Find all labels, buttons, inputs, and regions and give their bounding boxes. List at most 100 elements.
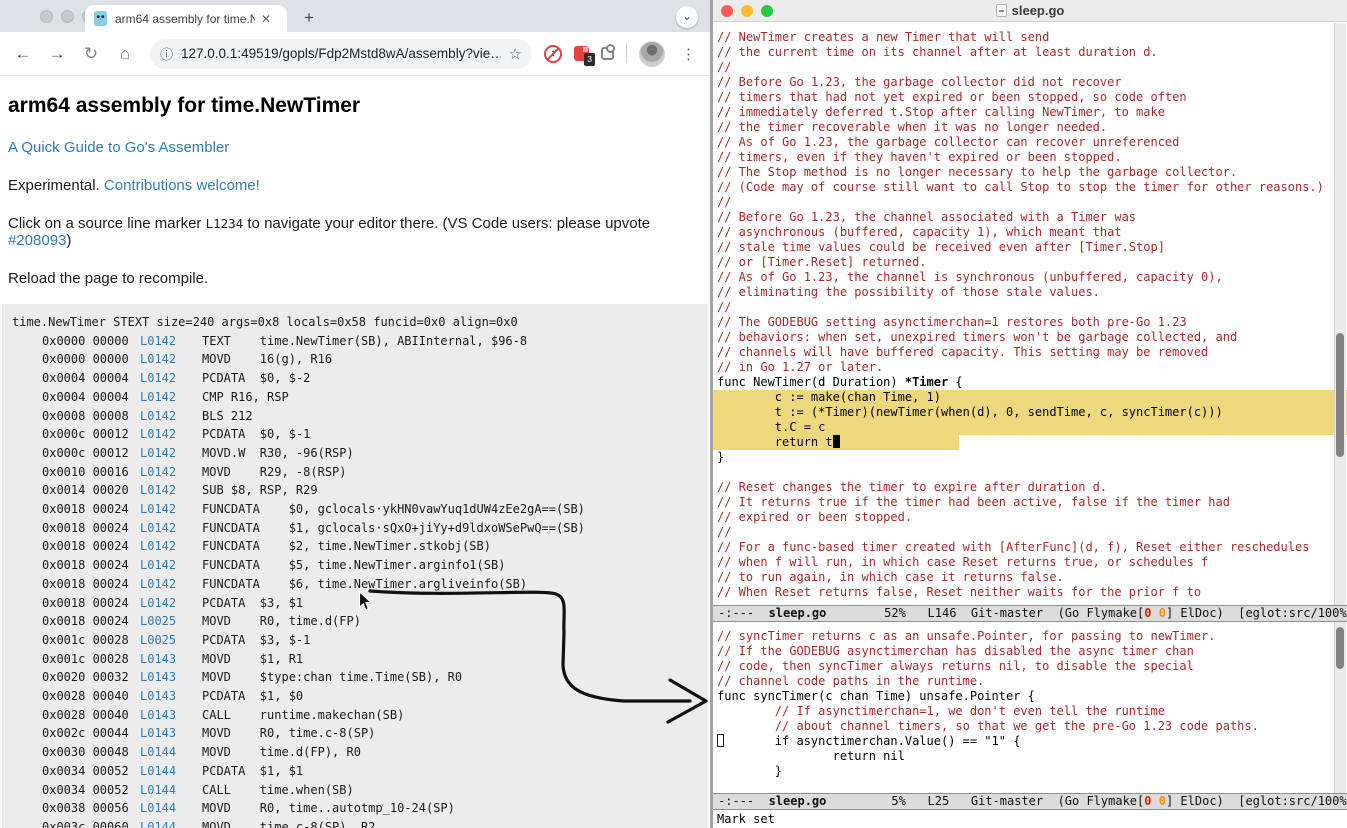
code-line: // the current time on its channel after…	[717, 45, 1347, 60]
asm-line: 0x0018 00024L0142FUNCDATA $1, gclocals·s…	[12, 519, 708, 538]
home-icon[interactable]: ⌂	[112, 44, 138, 64]
source-line-marker-link[interactable]: L0142	[140, 519, 202, 538]
tab-favicon-icon	[93, 11, 108, 26]
scrollbar-track-upper[interactable]	[1334, 23, 1346, 605]
asm-address: 0x0000 00000	[42, 350, 140, 369]
source-line-marker-link[interactable]: L0142	[140, 407, 202, 426]
source-line-marker-link[interactable]: L0144	[140, 781, 202, 800]
source-line-marker-link[interactable]: L0142	[140, 556, 202, 575]
asm-line: 0x001c 00028L0025PCDATA $3, $-1	[12, 631, 708, 650]
address-bar[interactable]: ⓘ 127.0.0.1:49519/gopls/Fdp2Mstd8wA/asse…	[150, 39, 532, 69]
emacs-window: sleep.go // NewTimer creates a new Timer…	[710, 0, 1347, 828]
source-line-marker-link[interactable]: L0143	[140, 687, 202, 706]
editor-window-lower[interactable]: // syncTimer returns c as an unsafe.Poin…	[713, 622, 1347, 793]
vscode-issue-link[interactable]: #208093	[8, 232, 66, 249]
source-line-marker-link[interactable]: L0142	[140, 388, 202, 407]
code-line: t := (*Timer)(newTimer(when(d), 0, sendT…	[713, 405, 1347, 420]
code-line: c := make(chan Time, 1)	[713, 390, 1347, 405]
code-line: // when f will run, in which case Reset …	[717, 555, 1347, 570]
asm-line: 0x0028 00040L0143PCDATA $1, $0	[12, 687, 708, 706]
code-line: return nil	[717, 749, 1347, 764]
text-cursor	[833, 435, 840, 448]
emacs-title-bar: sleep.go	[713, 0, 1347, 22]
asm-address: 0x001c 00028	[42, 650, 140, 669]
mode-line-upper: -:--- sleep.go 52% L146 Git-master (Go F…	[713, 605, 1347, 622]
tab-title: arm64 assembly for time.New	[115, 12, 255, 26]
instruction-text: Click on a source line marker	[8, 215, 206, 232]
code-line: // If the GODEBUG asynctimerchan has dis…	[717, 644, 1347, 659]
bookmark-star-icon[interactable]: ☆	[509, 45, 522, 63]
code-line: // about channel timers, so that we get …	[717, 719, 1347, 734]
code-line: // behaviors: when set, unexpired timers…	[717, 330, 1347, 345]
site-info-icon[interactable]: ⓘ	[160, 44, 173, 63]
asm-line: 0x000c 00012L0142PCDATA $0, $-1	[12, 425, 708, 444]
source-line-marker-link[interactable]: L0142	[140, 350, 202, 369]
assembler-guide-link[interactable]: A Quick Guide to Go's Assembler	[8, 139, 229, 156]
code-line: //	[717, 195, 1347, 210]
asm-address: 0x0018 00024	[42, 575, 140, 594]
source-line-marker-link[interactable]: L0144	[140, 743, 202, 762]
source-line-marker-link[interactable]: L0142	[140, 332, 202, 351]
source-line-marker-link[interactable]: L0142	[140, 500, 202, 519]
experimental-label: Experimental.	[8, 177, 100, 194]
source-line-marker-link[interactable]: L0143	[140, 706, 202, 725]
asm-line: 0x0038 00056L0144MOVD R0, time..autotmp_…	[12, 799, 708, 818]
scrollbar-thumb-lower[interactable]	[1336, 627, 1344, 669]
minimize-window-button[interactable]	[61, 10, 74, 23]
contributions-link[interactable]: Contributions welcome!	[104, 177, 260, 194]
content-blocker-extension-icon[interactable]: ↕	[544, 45, 562, 63]
browser-menu-icon[interactable]: ⋮	[677, 45, 700, 63]
source-line-marker-link[interactable]: L0142	[140, 481, 202, 500]
reload-icon[interactable]: ↻	[78, 44, 104, 64]
source-line-marker-link[interactable]: L0142	[140, 537, 202, 556]
source-line-marker-link[interactable]: L0142	[140, 444, 202, 463]
code-line: if asynctimerchan.Value() == "1" {	[717, 734, 1347, 749]
source-line-marker-link[interactable]: L0143	[140, 650, 202, 669]
code-line: t.C = c	[713, 420, 1347, 435]
extensions-puzzle-icon[interactable]	[601, 47, 614, 60]
new-tab-button[interactable]: +	[298, 8, 320, 30]
tab-close-icon[interactable]: ✕	[261, 13, 271, 25]
source-line-marker-link[interactable]: L0142	[140, 463, 202, 482]
editor-window-upper[interactable]: // NewTimer creates a new Timer that wil…	[713, 23, 1347, 605]
mode-line-segment: [eglot:src/100%]	[1238, 606, 1347, 620]
close-window-button[interactable]	[721, 5, 733, 17]
mode-line-segment: -:---	[718, 606, 769, 620]
source-line-marker-link[interactable]: L0143	[140, 668, 202, 687]
source-line-marker-link[interactable]: L0144	[140, 762, 202, 781]
tab-manager-extension-icon[interactable]: 3	[574, 46, 589, 61]
asm-instruction: FUNCDATA $5, time.NewTimer.arginfo1(SB)	[202, 558, 505, 572]
forward-icon[interactable]: →	[44, 44, 70, 64]
minimize-window-button[interactable]	[741, 5, 753, 17]
code-line: // (Code may of course still want to cal…	[717, 180, 1347, 195]
asm-line: 0x0004 00004L0142CMP R16, RSP	[12, 388, 708, 407]
asm-instruction: CALL runtime.makechan(SB)	[202, 708, 404, 722]
source-line-marker-link[interactable]: L0142	[140, 425, 202, 444]
mode-line-segment: ] ElDoc)	[1166, 606, 1238, 620]
source-line-marker-link[interactable]: L0142	[140, 575, 202, 594]
profile-avatar[interactable]	[639, 41, 665, 67]
browser-tab[interactable]: arm64 assembly for time.New ✕	[85, 5, 287, 32]
asm-instruction: MOVD R29, -8(RSP)	[202, 465, 347, 479]
source-line-marker-link[interactable]: L0025	[140, 612, 202, 631]
code-line: // timers, even if they haven't expired …	[717, 150, 1347, 165]
source-line-marker-link[interactable]: L0025	[140, 631, 202, 650]
url-text[interactable]: 127.0.0.1:49519/gopls/Fdp2Mstd8wA/assemb…	[181, 46, 501, 61]
source-line-marker-link[interactable]: L0144	[140, 799, 202, 818]
close-window-button[interactable]	[40, 10, 53, 23]
scrollbar-thumb-upper[interactable]	[1336, 333, 1344, 457]
assembly-listing: time.NewTimer STEXT size=240 args=0x8 lo…	[2, 304, 708, 828]
code-line: // expired or been stopped.	[717, 510, 1347, 525]
source-line-marker-link[interactable]: L0142	[140, 594, 202, 613]
source-line-marker-link[interactable]: L0142	[140, 369, 202, 388]
assembly-header-line: time.NewTimer STEXT size=240 args=0x8 lo…	[12, 313, 708, 332]
zoom-window-button[interactable]	[761, 5, 773, 17]
asm-address: 0x0028 00040	[42, 706, 140, 725]
browser-window: arm64 assembly for time.New ✕ + ⌄ ← → ↻ …	[0, 0, 710, 828]
source-line-marker-link[interactable]: L0143	[140, 724, 202, 743]
tab-overflow-chevron-icon[interactable]: ⌄	[676, 6, 698, 28]
document-proxy-icon	[996, 4, 1007, 17]
back-icon[interactable]: ←	[10, 44, 36, 64]
source-line-marker-link[interactable]: L0144	[140, 818, 202, 828]
asm-address: 0x0020 00032	[42, 668, 140, 687]
